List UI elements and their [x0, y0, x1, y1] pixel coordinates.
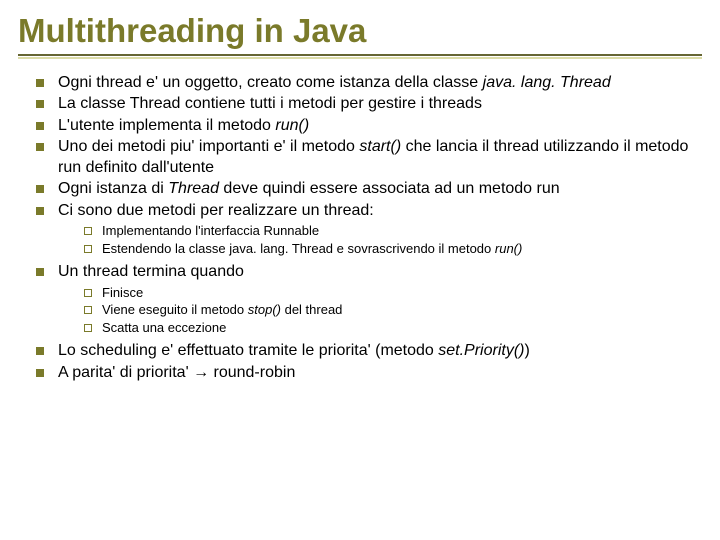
bullet-text: Ogni thread e' un oggetto, creato come i… [58, 74, 483, 91]
bullet-text-italic: java. lang. Thread [483, 74, 611, 91]
bullet-item: La classe Thread contiene tutti i metodi… [36, 94, 702, 114]
bullet-text: Lo scheduling e' effettuato tramite le p… [58, 342, 438, 359]
sub-bullet-text-italic: stop() [248, 302, 281, 317]
sub-bullet-text: Estendendo la classe java. lang. Thread … [102, 241, 495, 256]
bullet-text: Uno dei metodi piu' importanti e' il met… [58, 138, 359, 155]
sub-bullet-text-italic: run() [495, 241, 522, 256]
title-rule-dark [18, 54, 702, 56]
sub-bullet-list: Finisce Viene eseguito il metodo stop() … [84, 285, 702, 338]
sub-bullet-item: Viene eseguito il metodo stop() del thre… [84, 302, 702, 319]
sub-bullet-item: Estendendo la classe java. lang. Thread … [84, 241, 702, 258]
sub-bullet-text: Implementando l'interfaccia Runnable [102, 223, 319, 238]
bullet-item: Ci sono due metodi per realizzare un thr… [36, 201, 702, 258]
title-rule-light [18, 57, 702, 59]
bullet-list: Ogni thread e' un oggetto, creato come i… [36, 73, 702, 383]
slide: Multithreading in Java Ogni thread e' un… [0, 0, 720, 540]
sub-bullet-text: Viene eseguito il metodo [102, 302, 248, 317]
sub-bullet-text: del thread [281, 302, 342, 317]
bullet-item: L'utente implementa il metodo run() [36, 116, 702, 136]
bullet-text: Un thread termina quando [58, 263, 244, 280]
sub-bullet-text: Scatta una eccezione [102, 320, 226, 335]
bullet-text: La classe Thread contiene tutti i metodi… [58, 95, 482, 112]
bullet-text-italic: start() [359, 138, 401, 155]
bullet-text: Ogni istanza di [58, 180, 168, 197]
bullet-text: deve quindi essere associata ad un metod… [219, 180, 560, 197]
bullet-text: A parita' di priorita' [58, 364, 193, 381]
bullet-text-italic: set.Priority() [438, 342, 524, 359]
arrow-icon: → [193, 364, 209, 381]
sub-bullet-text: Finisce [102, 285, 143, 300]
sub-bullet-item: Finisce [84, 285, 702, 302]
bullet-item: Ogni istanza di Thread deve quindi esser… [36, 179, 702, 199]
bullet-text: ) [524, 342, 529, 359]
bullet-text-italic: run() [275, 117, 309, 134]
bullet-item: Ogni thread e' un oggetto, creato come i… [36, 73, 702, 93]
bullet-item: Lo scheduling e' effettuato tramite le p… [36, 341, 702, 361]
bullet-item: Un thread termina quando Finisce Viene e… [36, 262, 702, 337]
bullet-item: A parita' di priorita' → round-robin [36, 363, 702, 383]
bullet-text: round-robin [209, 364, 295, 381]
sub-bullet-item: Implementando l'interfaccia Runnable [84, 223, 702, 240]
bullet-text: Ci sono due metodi per realizzare un thr… [58, 202, 374, 219]
bullet-item: Uno dei metodi piu' importanti e' il met… [36, 137, 702, 178]
sub-bullet-item: Scatta una eccezione [84, 320, 702, 337]
sub-bullet-list: Implementando l'interfaccia Runnable Est… [84, 223, 702, 258]
bullet-text: L'utente implementa il metodo [58, 117, 275, 134]
bullet-text-italic: Thread [168, 180, 219, 197]
slide-title: Multithreading in Java [18, 12, 702, 50]
